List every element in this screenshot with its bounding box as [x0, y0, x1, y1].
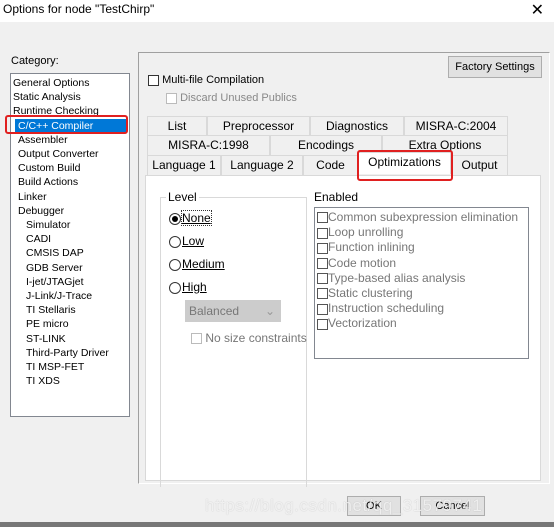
category-item[interactable]: ST-LINK [11, 332, 66, 346]
category-item[interactable]: TI Stellaris [11, 303, 76, 317]
no-size-label: No size constraints [205, 331, 307, 345]
radio-circle[interactable] [169, 258, 181, 271]
window-bottom-edge [0, 522, 554, 527]
category-item[interactable]: TI MSP-FET [11, 360, 84, 374]
category-item[interactable]: GDB Server [11, 261, 83, 275]
enabled-list: Common subexpression elimination Loop unr… [314, 207, 529, 359]
factory-settings-button[interactable]: Factory Settings [448, 56, 542, 78]
category-item[interactable]: CMSIS DAP [11, 246, 84, 260]
enabled-item: Common subexpression elimination [317, 210, 518, 224]
radio-circle[interactable] [169, 212, 181, 225]
enabled-item-label: Static clustering [328, 286, 413, 300]
enabled-item-label: Function inlining [328, 240, 415, 255]
checkbox-box [317, 318, 328, 330]
enabled-item-label: Common subexpression elimination [328, 210, 519, 224]
enabled-item-label: Code motion [328, 255, 397, 270]
enabled-item: Code motion [317, 256, 396, 270]
discard-checkbox: Discard Unused Publics [166, 92, 297, 104]
dropdown-value: Balanced [189, 304, 240, 318]
category-item[interactable]: Debugger [11, 204, 64, 218]
checkbox-box[interactable] [148, 74, 159, 86]
tab-diagnostics[interactable]: Diagnostics [310, 116, 404, 136]
radio-label: Medium [182, 257, 225, 271]
discard-label: Discard Unused Publics [180, 92, 297, 104]
chevron-down-icon: ⌄ [264, 304, 275, 318]
enabled-item-label: Type-based alias analysis [328, 270, 466, 285]
watermark: https://blog.csdn.net/qq_31579741 [205, 496, 483, 515]
category-item[interactable]: Custom Build [11, 161, 80, 175]
checkbox-box [317, 212, 328, 224]
enabled-item: Loop unrolling [317, 225, 403, 239]
tab-misra-c-2004[interactable]: MISRA-C:2004 [404, 116, 508, 136]
category-item[interactable]: Static Analysis [11, 90, 81, 104]
tab-preprocessor[interactable]: Preprocessor [207, 116, 310, 136]
highlight-optimizations [357, 150, 453, 181]
checkbox-box [166, 92, 177, 104]
category-item[interactable]: PE micro [11, 317, 69, 331]
enabled-item: Static clustering [317, 286, 413, 300]
enabled-item: Vectorization [317, 316, 397, 330]
tab-list[interactable]: List [147, 116, 207, 136]
enabled-item: Instruction scheduling [317, 301, 444, 315]
category-item[interactable]: Linker [11, 190, 47, 204]
multifile-label: Multi-file Compilation [162, 74, 265, 86]
radio-label: Low [182, 234, 205, 248]
checkbox-box [317, 257, 328, 269]
checkbox-box [317, 227, 328, 239]
radio-circle[interactable] [169, 235, 181, 248]
enabled-item-label: Vectorization [328, 316, 397, 331]
category-item[interactable]: Assembler [11, 133, 68, 147]
radio-label: High [182, 280, 207, 294]
multifile-checkbox[interactable]: Multi-file Compilation [148, 74, 264, 86]
window-title: Options for node "TestChirp" [3, 2, 155, 16]
radio-circle[interactable] [169, 281, 181, 294]
highlight-compiler [5, 115, 128, 134]
radio-high[interactable]: High [169, 280, 207, 294]
category-item[interactable]: I-jet/JTAGjet [11, 275, 84, 289]
category-item[interactable]: Output Converter [11, 147, 99, 161]
checkbox-box [317, 303, 328, 315]
radio-low[interactable]: Low [169, 234, 204, 248]
optimization-mode-dropdown: Balanced ⌄ [185, 300, 281, 322]
tab-language-1[interactable]: Language 1 [147, 155, 221, 175]
checkbox-box [317, 273, 328, 285]
checkbox-box [317, 288, 328, 300]
enabled-item-label: Instruction scheduling [328, 301, 445, 316]
checkbox-box [191, 333, 202, 345]
radio-medium[interactable]: Medium [169, 257, 225, 271]
category-item[interactable]: Build Actions [11, 175, 78, 189]
category-item[interactable]: TI XDS [11, 374, 60, 388]
enabled-label: Enabled [314, 190, 359, 204]
category-item[interactable]: Third-Party Driver [11, 346, 109, 360]
radio-label: None [181, 210, 212, 226]
close-icon[interactable]: ✕ [531, 0, 544, 20]
category-item[interactable]: J-Link/J-Trace [11, 289, 92, 303]
category-item[interactable]: CADI [11, 232, 51, 246]
enabled-item: Function inlining [317, 240, 415, 254]
radio-none[interactable]: None [169, 210, 212, 226]
no-size-constraints-checkbox: No size constraints [191, 331, 307, 345]
tab-misra-c-1998[interactable]: MISRA-C:1998 [147, 135, 270, 155]
category-item[interactable]: Simulator [11, 218, 70, 232]
category-label: Category: [11, 55, 59, 67]
checkbox-box [317, 242, 328, 254]
tab-output[interactable]: Output [451, 155, 508, 175]
enabled-item-label: Loop unrolling [328, 225, 404, 240]
level-label: Level [166, 190, 199, 204]
tab-code[interactable]: Code [303, 155, 358, 175]
enabled-item: Type-based alias analysis [317, 271, 465, 285]
category-item[interactable]: General Options [11, 76, 89, 90]
tab-language-2[interactable]: Language 2 [221, 155, 303, 175]
